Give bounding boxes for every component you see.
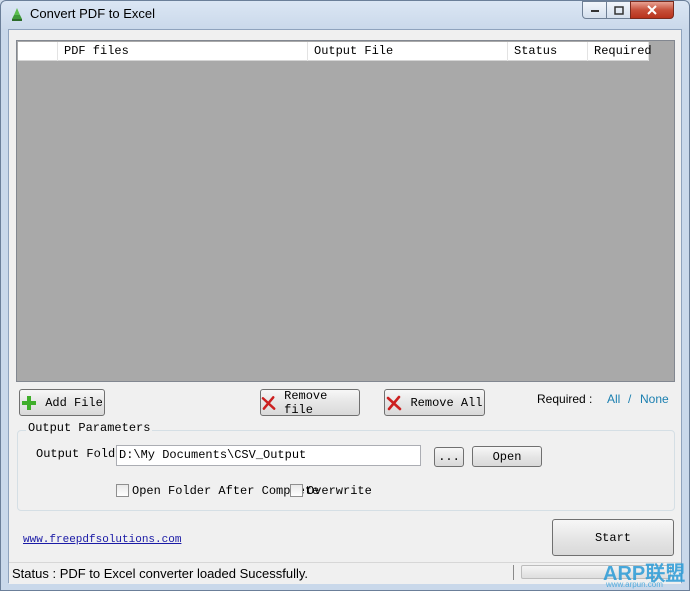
remove-all-button[interactable]: Remove All [384,389,485,416]
remove-x-icon [387,395,402,410]
add-file-button[interactable]: Add File [19,389,105,416]
status-text: Status : PDF to Excel converter loaded S… [12,566,309,581]
status-separator [513,565,514,580]
column-header-pdf-files[interactable]: PDF files [58,42,308,61]
output-parameters-legend: Output Parameters [26,421,153,435]
app-icon [9,6,25,22]
watermark-url: www.arpun.com [606,580,663,589]
output-folder-input[interactable]: D:\My Documents\CSV_Output [116,445,421,466]
close-icon [647,5,657,15]
overwrite-label: Overwrite [307,484,372,498]
start-button[interactable]: Start [552,519,674,556]
required-all-link[interactable]: All [607,392,620,406]
minimize-icon [590,10,599,12]
column-header-required[interactable]: Required [588,42,652,61]
overwrite-checkbox[interactable] [290,484,303,497]
remove-x-icon [261,395,276,410]
required-label: Required : [537,392,593,406]
website-link[interactable]: www.freepdfsolutions.com [23,534,181,546]
close-button[interactable] [630,1,674,19]
plus-icon [22,395,37,410]
column-header-select[interactable] [18,42,58,61]
remove-all-label: Remove All [410,395,483,410]
open-folder-after-complete-checkbox[interactable] [116,484,129,497]
remove-file-button[interactable]: Remove file [260,388,360,417]
add-file-label: Add File [45,395,103,410]
output-parameters-group [17,430,675,511]
maximize-icon [613,5,624,15]
column-header-output-file[interactable]: Output File [308,42,508,61]
list-header: PDF files Output File Status Required [18,42,652,61]
file-list[interactable]: PDF files Output File Status Required [16,40,675,382]
column-header-status[interactable]: Status [508,42,588,61]
required-none-link[interactable]: None [640,392,669,406]
minimize-button[interactable] [582,1,607,19]
browse-button[interactable]: ... [434,447,464,467]
remove-file-label: Remove file [284,388,328,417]
required-separator: / [628,392,632,406]
window-title: Convert PDF to Excel [30,6,155,21]
maximize-button[interactable] [606,1,631,19]
open-folder-button[interactable]: Open [472,446,542,467]
